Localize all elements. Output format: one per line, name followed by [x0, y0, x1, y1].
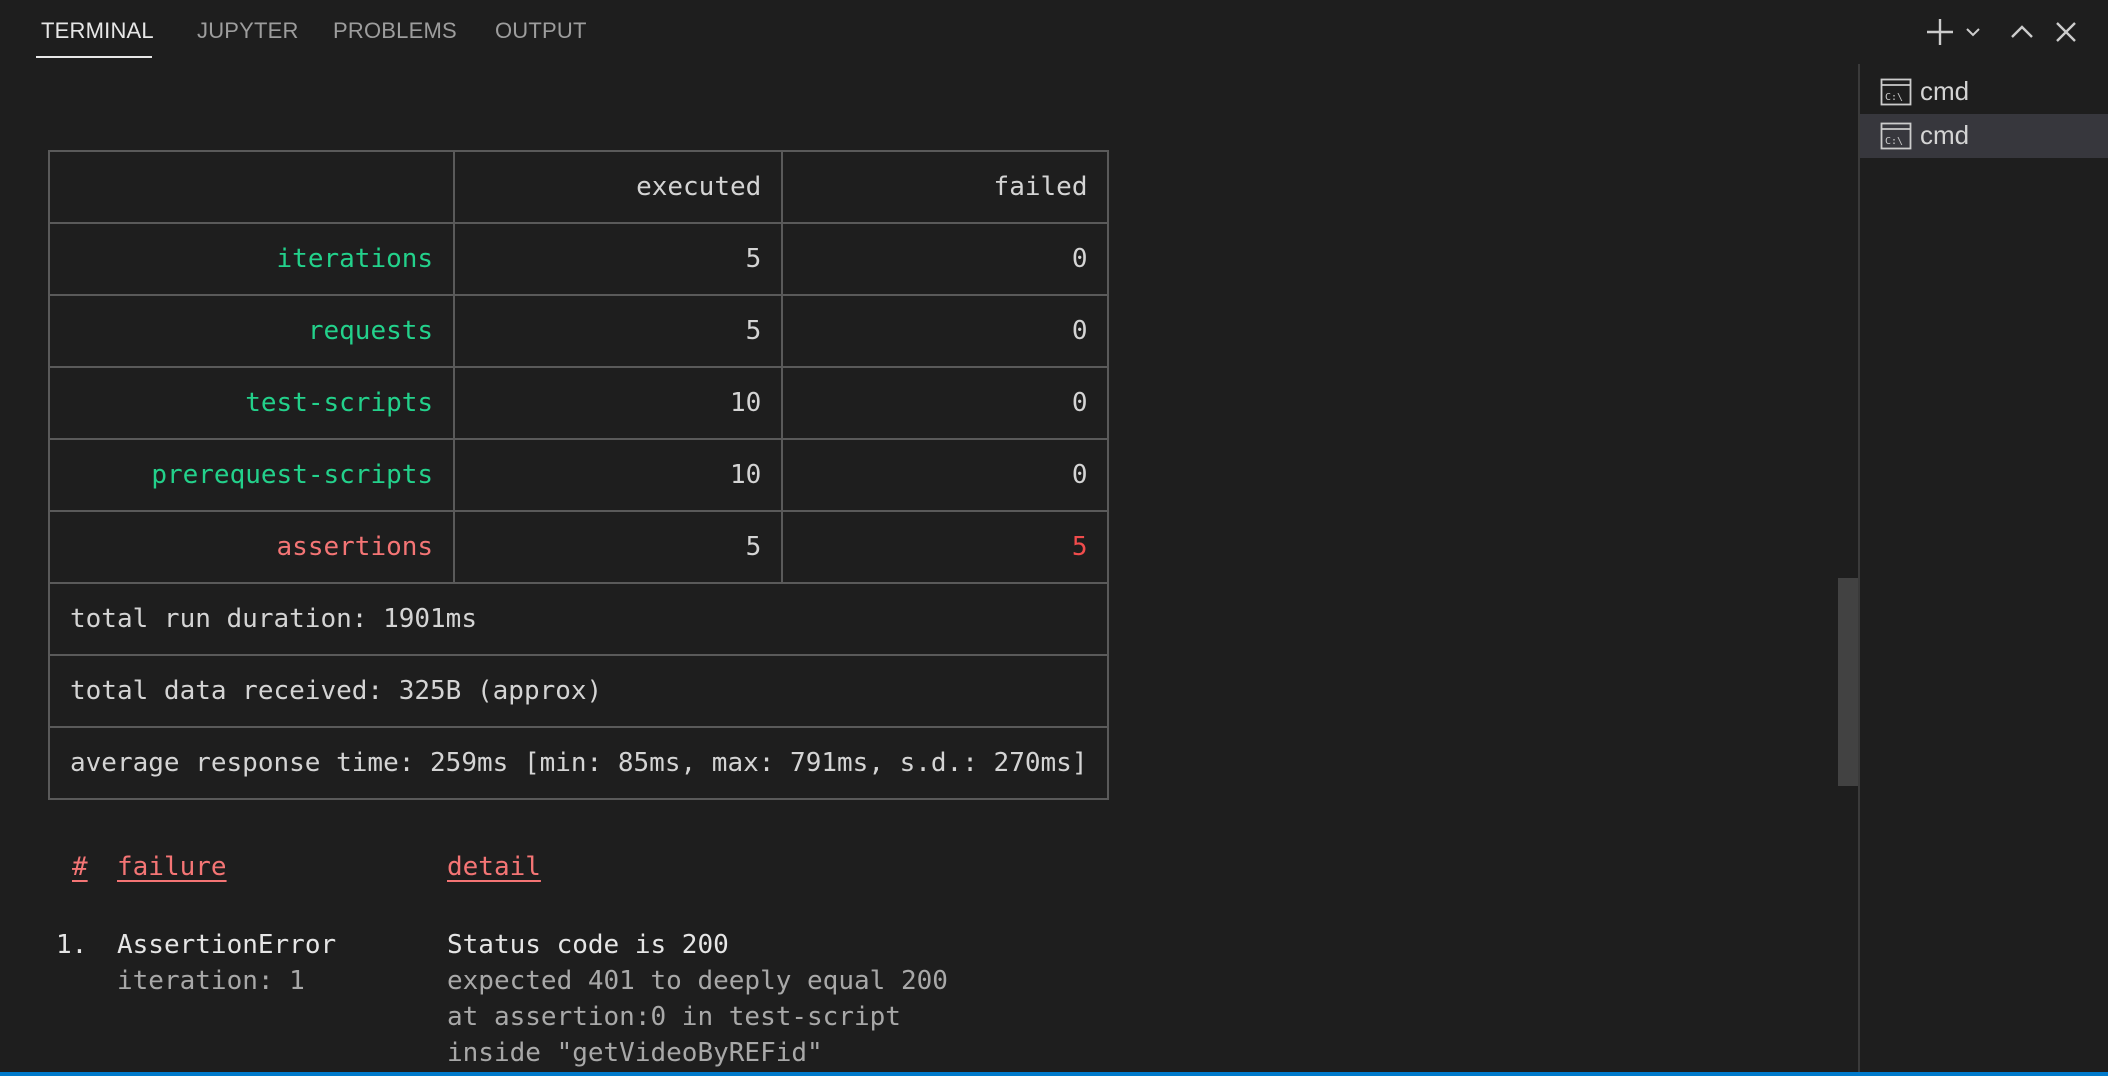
row-label: prerequest-scripts [47, 438, 456, 512]
table-row: requests 5 0 [47, 294, 1110, 368]
failure-detail-line: inside "getVideoByREFid" [447, 1038, 823, 1068]
failure-detail-line: expected 401 to deeply equal 200 [447, 966, 948, 996]
terminal-list-divider [1858, 64, 1860, 1072]
row-label: requests [47, 294, 456, 368]
failed-value: 5 [781, 510, 1110, 584]
total-data-received: total data received: 325B (approx) [47, 654, 1110, 728]
vscode-panel: TERMINAL JUPYTER PROBLEMS OUTPUT execute… [0, 0, 2108, 1076]
executed-value: 5 [453, 294, 784, 368]
close-icon[interactable] [2048, 14, 2084, 50]
average-response-time: average response time: 259ms [min: 85ms,… [47, 726, 1110, 800]
failure-header-num: # [72, 852, 88, 882]
failure-header-failure: failure [117, 852, 227, 882]
failed-value: 0 [781, 294, 1110, 368]
executed-value: 10 [453, 438, 784, 512]
terminal-label: cmd [1920, 120, 1970, 150]
svg-text:C:\: C:\ [1885, 92, 1903, 103]
chevron-up-icon[interactable] [2004, 14, 2040, 50]
failure-detail-line: at assertion:0 in test-script [447, 1002, 901, 1032]
cmd-terminal-icon: C:\ [1880, 78, 1912, 106]
panel-tab-bar: TERMINAL JUPYTER PROBLEMS OUTPUT [0, 0, 2108, 64]
executed-value: 10 [453, 366, 784, 440]
failure-index: 1. [56, 930, 88, 960]
cmd-terminal-icon: C:\ [1880, 122, 1912, 150]
terminal-list-item-selected[interactable]: C:\ cmd [1860, 114, 2108, 158]
table-header-cell: failed [781, 150, 1110, 224]
table-row: assertions 5 5 [47, 510, 1110, 584]
table-header-cell: executed [453, 150, 784, 224]
failure-type: AssertionError [117, 930, 337, 960]
failed-value: 0 [781, 366, 1110, 440]
status-bar-edge [0, 1072, 2108, 1076]
table-header-cell [47, 150, 456, 224]
tab-jupyter[interactable]: JUPYTER [197, 18, 299, 48]
terminal-output[interactable]: executed failed iterations 5 0 requests … [0, 64, 1840, 1072]
failed-value: 0 [781, 222, 1110, 296]
plus-icon[interactable] [1922, 14, 1958, 50]
svg-text:C:\: C:\ [1885, 136, 1903, 147]
failure-title: Status code is 200 [447, 930, 729, 960]
run-summary-table: executed failed iterations 5 0 requests … [47, 150, 1110, 800]
row-label: iterations [47, 222, 456, 296]
terminal-list-item[interactable]: C:\ cmd [1860, 70, 2108, 114]
table-row: test-scripts 10 0 [47, 366, 1110, 440]
total-run-duration: total run duration: 1901ms [47, 582, 1110, 656]
failure-header-detail: detail [447, 852, 541, 882]
table-row: total run duration: 1901ms [47, 582, 1110, 656]
tab-output[interactable]: OUTPUT [495, 18, 587, 48]
failed-value: 0 [781, 438, 1110, 512]
tab-problems[interactable]: PROBLEMS [333, 18, 457, 48]
terminal-label: cmd [1920, 76, 1970, 106]
table-row: prerequest-scripts 10 0 [47, 438, 1110, 512]
tab-terminal[interactable]: TERMINAL [41, 18, 154, 48]
table-row: total data received: 325B (approx) [47, 654, 1110, 728]
table-row: iterations 5 0 [47, 222, 1110, 296]
failure-iteration: iteration: 1 [117, 966, 305, 996]
active-tab-indicator [36, 56, 152, 58]
row-label: test-scripts [47, 366, 456, 440]
executed-value: 5 [453, 222, 784, 296]
table-header-row: executed failed [47, 150, 1110, 224]
chevron-down-icon[interactable] [1958, 14, 1988, 50]
terminal-scrollbar[interactable] [1838, 578, 1858, 786]
executed-value: 5 [453, 510, 784, 584]
table-row: average response time: 259ms [min: 85ms,… [47, 726, 1110, 800]
row-label: assertions [47, 510, 456, 584]
terminal-list: C:\ cmd C:\ cmd [1860, 70, 2108, 158]
